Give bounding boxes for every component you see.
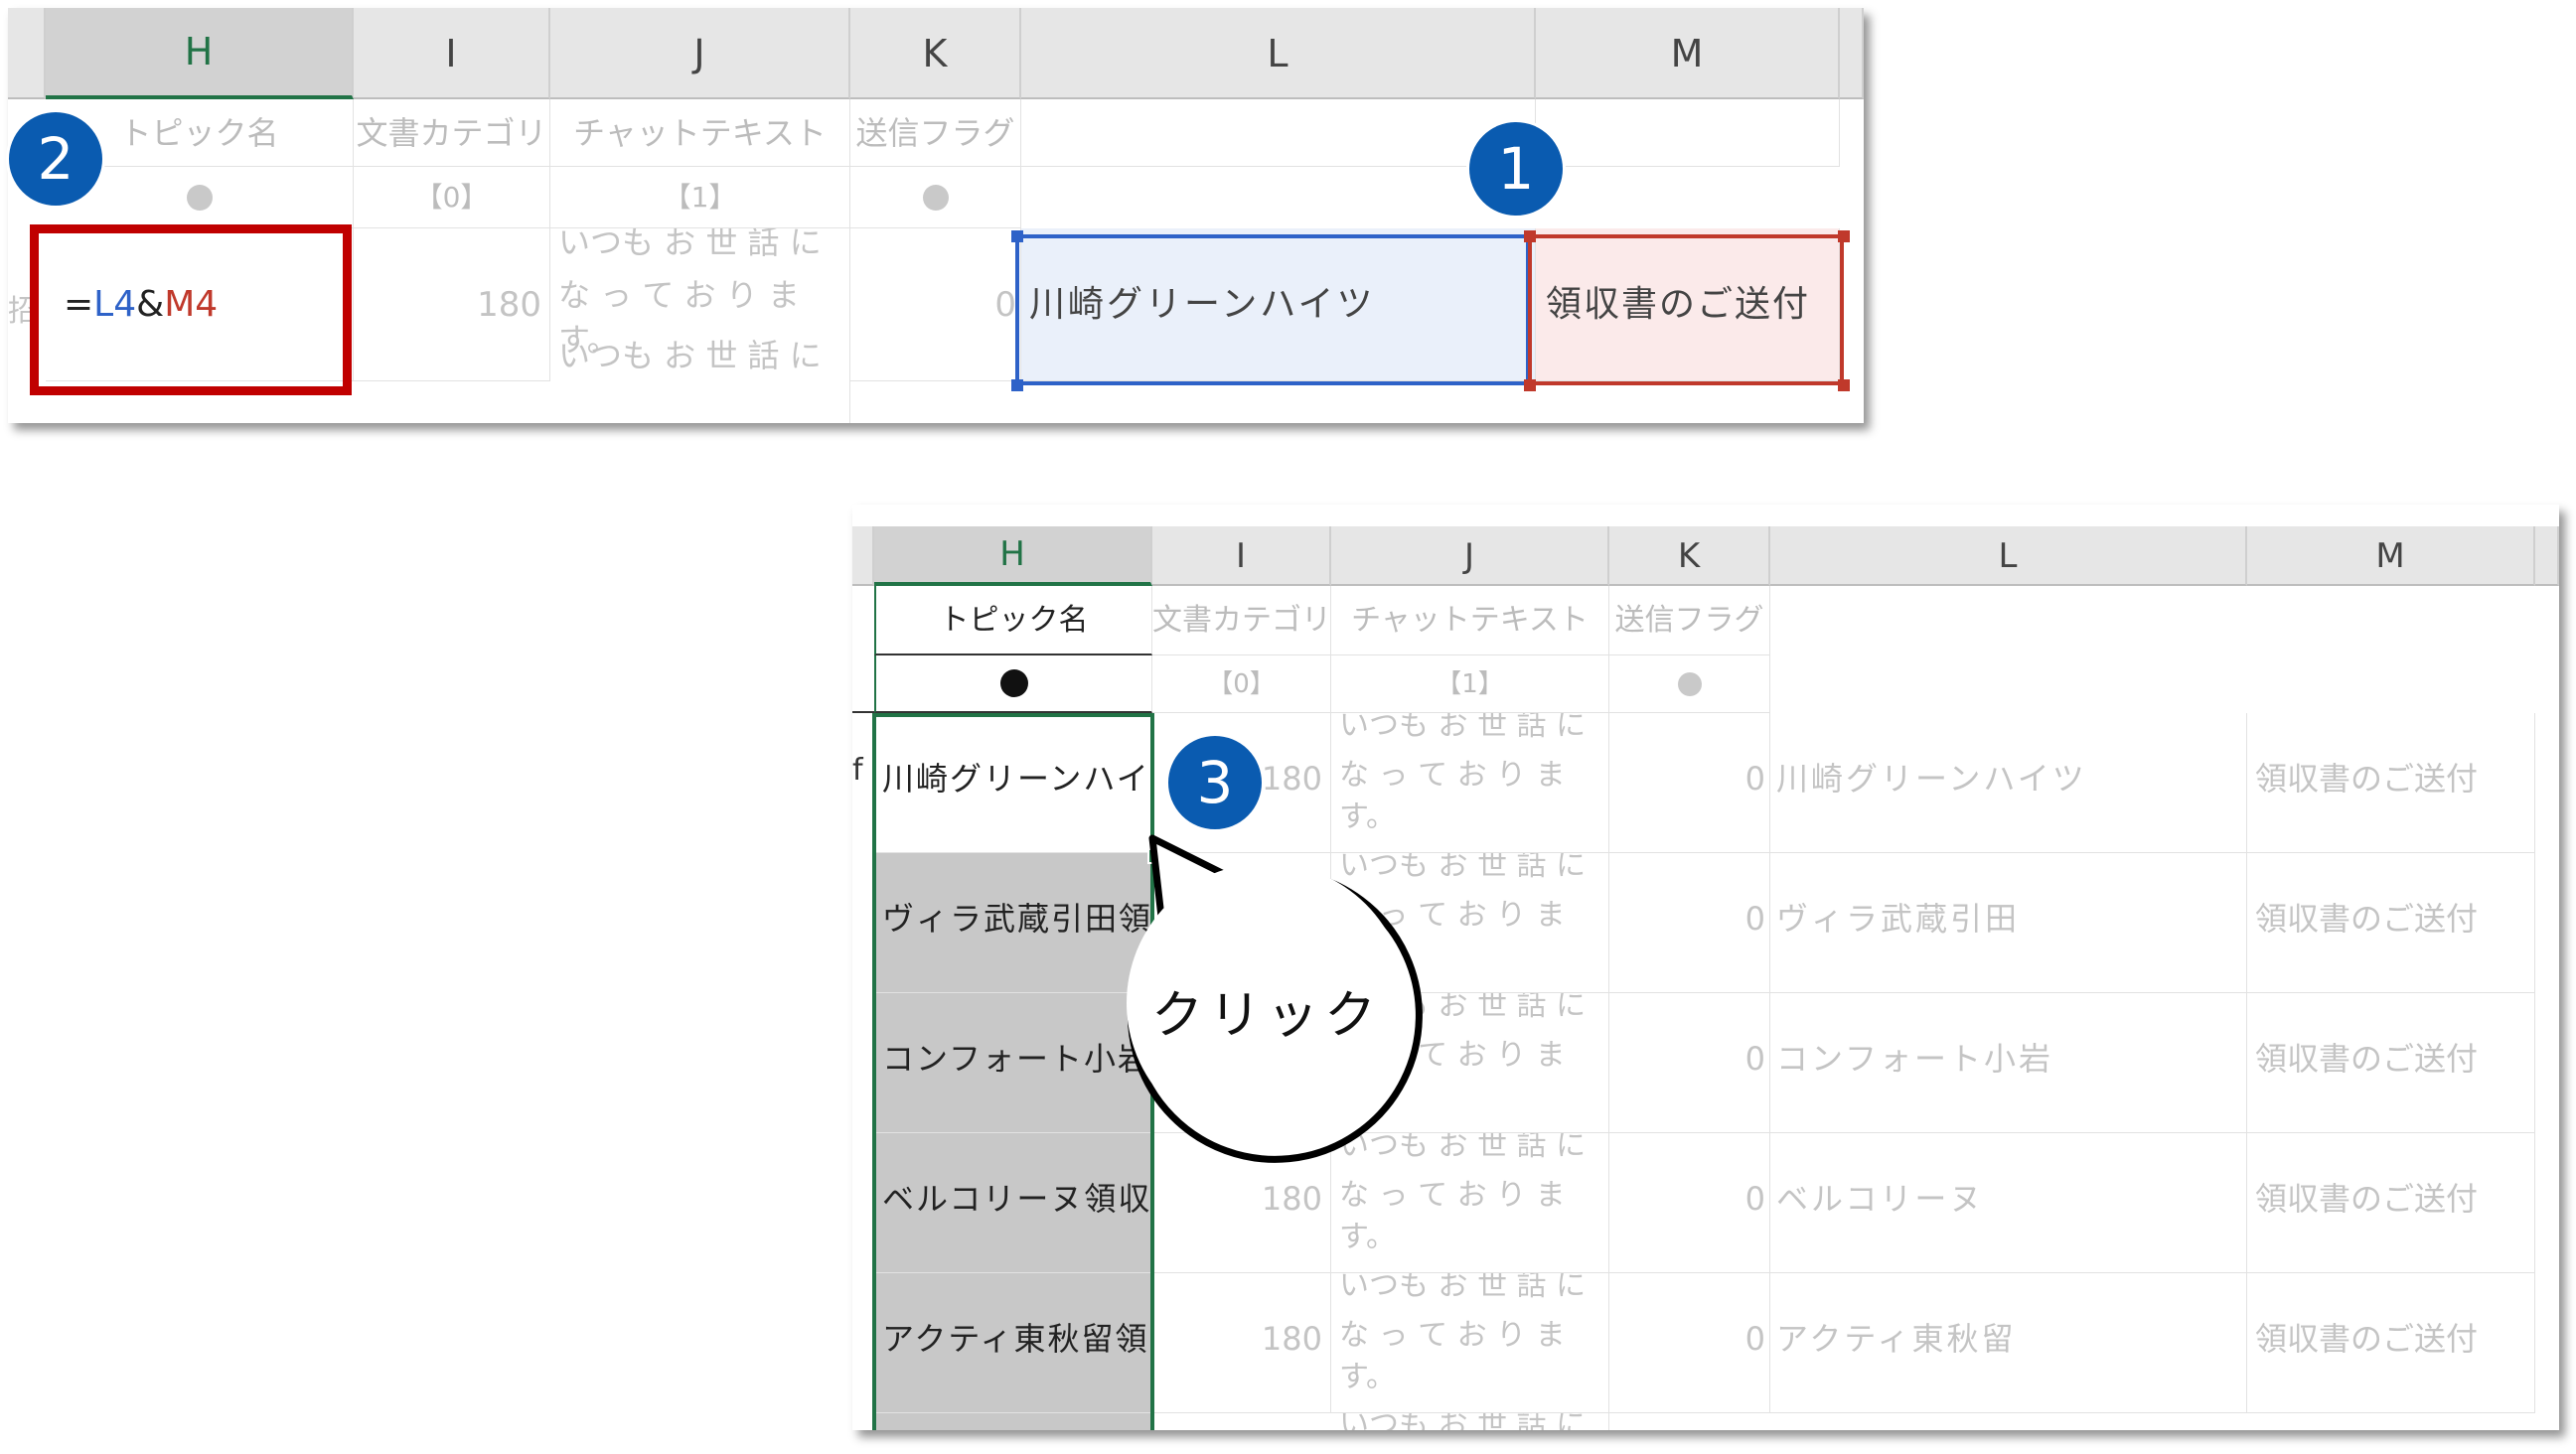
flag-row-left-border xyxy=(852,711,874,713)
flag-cell-k[interactable] xyxy=(850,167,1021,228)
m4-handle-tl[interactable] xyxy=(1524,230,1536,242)
l4-handle-tl[interactable] xyxy=(1011,230,1023,242)
step-2-badge: 2 xyxy=(6,109,105,209)
chat-line-3: す。 xyxy=(1339,1220,1396,1254)
formula-cell-highlight xyxy=(30,224,352,395)
table-row-5-j[interactable]: いつも お 世 話 に な っ て お り ま す。 xyxy=(1331,1273,1609,1413)
table-row-3-k[interactable]: 0 xyxy=(1609,993,1770,1133)
chat-line-1: いつも お 世 話 に xyxy=(1339,713,1587,743)
click-callout-text: クリック xyxy=(1150,986,1382,1046)
column-header-h[interactable]: H xyxy=(46,8,354,99)
table-row-1-m[interactable]: 領収書のご送付 xyxy=(2247,713,2535,853)
l4-reference-border xyxy=(1015,234,1530,385)
chat-line-1-next: いつも お 世 話 に xyxy=(558,337,822,375)
m4-reference-border xyxy=(1528,234,1844,385)
table-row-5-i[interactable]: 180 xyxy=(1152,1273,1331,1413)
table-row-4-l[interactable]: ベルコリーヌ xyxy=(1770,1133,2247,1273)
table-row-5-m[interactable]: 領収書のご送付 xyxy=(2247,1273,2535,1413)
table-row-4-k[interactable]: 0 xyxy=(1609,1133,1770,1273)
flag-cell-i[interactable]: 【0】 xyxy=(1152,655,1331,713)
table-row-3-m[interactable]: 領収書のご送付 xyxy=(2247,993,2535,1133)
table-row-3-l[interactable]: コンフォート小岩 xyxy=(1770,993,2247,1133)
table-row-2-m[interactable]: 領収書のご送付 xyxy=(2247,853,2535,993)
flag-cell-k[interactable] xyxy=(1609,655,1770,713)
flag-cell-j[interactable]: 【1】 xyxy=(550,167,850,228)
table-row-2-k[interactable]: 0 xyxy=(1609,853,1770,993)
header-cell-topic[interactable]: トピック名 xyxy=(874,586,1152,655)
header-cell-category[interactable]: 文書カテゴリ xyxy=(1152,586,1331,655)
step-3-badge: 3 xyxy=(1165,733,1265,832)
column-header-k[interactable]: K xyxy=(1609,526,1770,586)
column-header-k[interactable]: K xyxy=(850,8,1021,99)
row-header-corner[interactable] xyxy=(852,526,874,586)
cell-j4[interactable]: いつも お 世 話 に な っ て お り ま す。 いつも お 世 話 に xyxy=(550,228,850,423)
table-row-5-l[interactable]: アクティ東秋留 xyxy=(1770,1273,2247,1413)
flag-cell-i[interactable]: 【0】 xyxy=(354,167,550,228)
dot-icon xyxy=(186,185,213,211)
flag-cell-h[interactable] xyxy=(874,655,1152,713)
chat-line-2: な っ て お り ま xyxy=(1339,1178,1566,1213)
header-cell-category[interactable]: 文書カテゴリ xyxy=(354,99,550,167)
table-row-5-k[interactable]: 0 xyxy=(1609,1273,1770,1413)
chat-line-3: す。 xyxy=(1339,800,1396,834)
column-header-h[interactable]: H xyxy=(874,526,1152,586)
table-row-1-j[interactable]: いつも お 世 話 に な っ て お り ま す。 xyxy=(1331,713,1609,853)
row-header-corner[interactable] xyxy=(8,8,46,99)
flag-cell-j[interactable]: 【1】 xyxy=(1331,655,1609,713)
chat-line-3: す。 xyxy=(1339,1360,1396,1394)
chat-line-1: いつも お 世 話 に xyxy=(1339,1413,1608,1430)
header-cell-chat-text[interactable]: チャットテキスト xyxy=(1331,586,1609,655)
cell-k4[interactable]: 0 xyxy=(850,228,1021,381)
filled-dot-icon xyxy=(999,669,1028,697)
chat-line-1: いつも お 世 話 に xyxy=(558,228,822,261)
column-header-j[interactable]: J xyxy=(550,8,850,99)
column-header-i[interactable]: I xyxy=(1152,526,1331,586)
table-row-6-j[interactable]: いつも お 世 話 に xyxy=(1331,1413,1609,1430)
chat-line-2: な っ て お り ま xyxy=(558,275,800,314)
column-header-j[interactable]: J xyxy=(1331,526,1609,586)
dot-icon xyxy=(922,185,949,211)
chat-line-2: な っ て お り ま xyxy=(1339,1318,1566,1353)
step-1-badge: 1 xyxy=(1466,119,1566,218)
m4-handle-tr[interactable] xyxy=(1838,230,1850,242)
header-cell-l[interactable] xyxy=(1021,99,1536,167)
column-header-m[interactable]: M xyxy=(2247,526,2535,586)
column-header-l[interactable]: L xyxy=(1770,526,2247,586)
m4-handle-bl[interactable] xyxy=(1524,379,1536,391)
l4-handle-bl[interactable] xyxy=(1011,379,1023,391)
header-cell-m[interactable] xyxy=(1536,99,1840,167)
table-row-2-l[interactable]: ヴィラ武蔵引田 xyxy=(1770,853,2247,993)
column-header-i[interactable]: I xyxy=(354,8,550,99)
column-header-spacer xyxy=(1840,8,1864,99)
cell-i4[interactable]: 180 xyxy=(354,228,550,381)
m4-handle-br[interactable] xyxy=(1838,379,1850,391)
chat-line-1: いつも お 世 話 に xyxy=(1339,1273,1587,1303)
column-header-spacer xyxy=(2535,526,2559,586)
column-header-m[interactable]: M xyxy=(1536,8,1840,99)
header-cell-send-flag[interactable]: 送信フラグ xyxy=(850,99,1021,167)
chat-line-2: な っ て お り ま xyxy=(1339,758,1566,793)
header-cell-chat-text[interactable]: チャットテキスト xyxy=(550,99,850,167)
column-header-l[interactable]: L xyxy=(1021,8,1536,99)
table-row-1-l[interactable]: 川崎グリーンハイツ xyxy=(1770,713,2247,853)
table-row-4-m[interactable]: 領収書のご送付 xyxy=(2247,1133,2535,1273)
table-row-1-k[interactable]: 0 xyxy=(1609,713,1770,853)
dot-icon xyxy=(1677,672,1702,696)
header-cell-send-flag[interactable]: 送信フラグ xyxy=(1609,586,1770,655)
row-left-fragment: f xyxy=(852,753,863,788)
